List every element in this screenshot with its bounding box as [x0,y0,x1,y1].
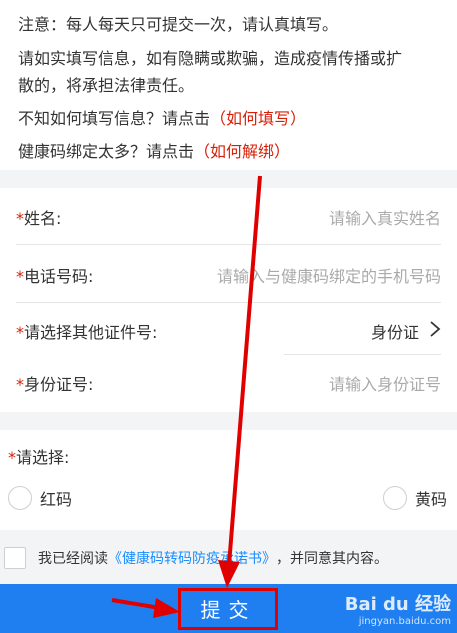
name-input[interactable]: 请输入真实姓名 [329,205,441,229]
phone-label: *电话号码: [16,263,93,287]
how-to-fill-text: 不知如何填写信息？请点击 [18,109,211,128]
chevron-right-icon[interactable] [429,319,441,343]
notice-line-2: 请如实填写信息，如有隐瞒或欺骗，造成疫情传播或扩 散的，将承担法律责任。 [18,45,439,99]
notice-line-4: 健康码绑定太多？请点击（如何解绑） [18,139,439,165]
name-label: *姓名: [16,205,61,229]
notice-line-2a: 请如实填写信息，如有隐瞒或欺骗，造成疫情传播或扩 [18,49,403,68]
option-red-code-label: 红码 [40,490,73,509]
agreement-suffix: ，并同意其内容。 [276,551,388,567]
phone-row: *电话号码: 请输入与健康码绑定的手机号码 [0,248,457,302]
watermark-url: jingyan.baidu.com [358,616,451,627]
annotation-highlight-box [178,588,278,630]
how-to-unbind-text: 健康码绑定太多？请点击 [18,142,195,161]
id-number-label: *身份证号: [16,371,93,395]
code-select-card: *请选择: 红码 黄码 [0,430,457,530]
name-label-text: 姓名: [24,209,62,228]
id-number-label-text: 身份证号: [24,375,94,394]
agreement-prefix: 我已经阅读 [38,551,108,567]
form-card: *姓名: 请输入真实姓名 *电话号码: 请输入与健康码绑定的手机号码 *请选择其… [0,188,457,412]
id-type-select[interactable]: 身份证 [371,319,419,343]
select-label: *请选择: [8,444,69,468]
pledge-link[interactable]: 《健康码转码防疫承诺书》 [108,548,276,568]
phone-input[interactable]: 请输入与健康码绑定的手机号码 [217,263,441,287]
option-red-code[interactable]: 红码 [8,486,72,510]
required-mark: * [16,267,24,286]
required-mark: * [16,323,24,342]
name-row: *姓名: 请输入真实姓名 [0,190,457,244]
option-yellow-code[interactable]: 黄码 [383,486,447,510]
notice-line-2b: 散的，将承担法律责任。 [18,76,195,95]
required-mark: * [16,209,24,228]
divider [284,354,441,355]
radio-yellow-code[interactable] [383,486,407,510]
select-label-text: 请选择: [16,448,70,467]
watermark: Bai du 经验 jingyan.baidu.com [345,590,451,627]
how-to-unbind-link[interactable]: （如何解绑） [194,142,290,161]
required-mark: * [16,375,24,394]
phone-label-text: 电话号码: [24,267,94,286]
option-yellow-code-label: 黄码 [415,490,448,509]
id-number-row: *身份证号: 请输入身份证号 [0,356,457,410]
id-number-input[interactable]: 请输入身份证号 [329,371,441,395]
id-type-label: *请选择其他证件号: [16,319,157,343]
required-mark: * [8,448,16,467]
how-to-fill-link[interactable]: （如何填写） [210,109,306,128]
notice-line-1: 注意：每人每天只可提交一次，请认真填写。 [18,15,339,34]
notice-card: 注意：每人每天只可提交一次，请认真填写。 请如实填写信息，如有隐瞒或欺骗，造成疫… [0,0,457,170]
agreement-row: 我已经阅读 《健康码转码防疫承诺书》 ，并同意其内容。 [0,540,457,576]
notice-line-3: 不知如何填写信息？请点击（如何填写） [18,106,439,132]
watermark-brand: Bai du 经验 [344,594,451,615]
divider [16,244,441,245]
radio-red-code[interactable] [8,486,32,510]
id-type-row[interactable]: *请选择其他证件号: 身份证 [0,304,457,358]
id-type-label-text: 请选择其他证件号: [24,323,158,342]
divider [16,302,441,303]
agreement-checkbox[interactable] [4,547,26,569]
